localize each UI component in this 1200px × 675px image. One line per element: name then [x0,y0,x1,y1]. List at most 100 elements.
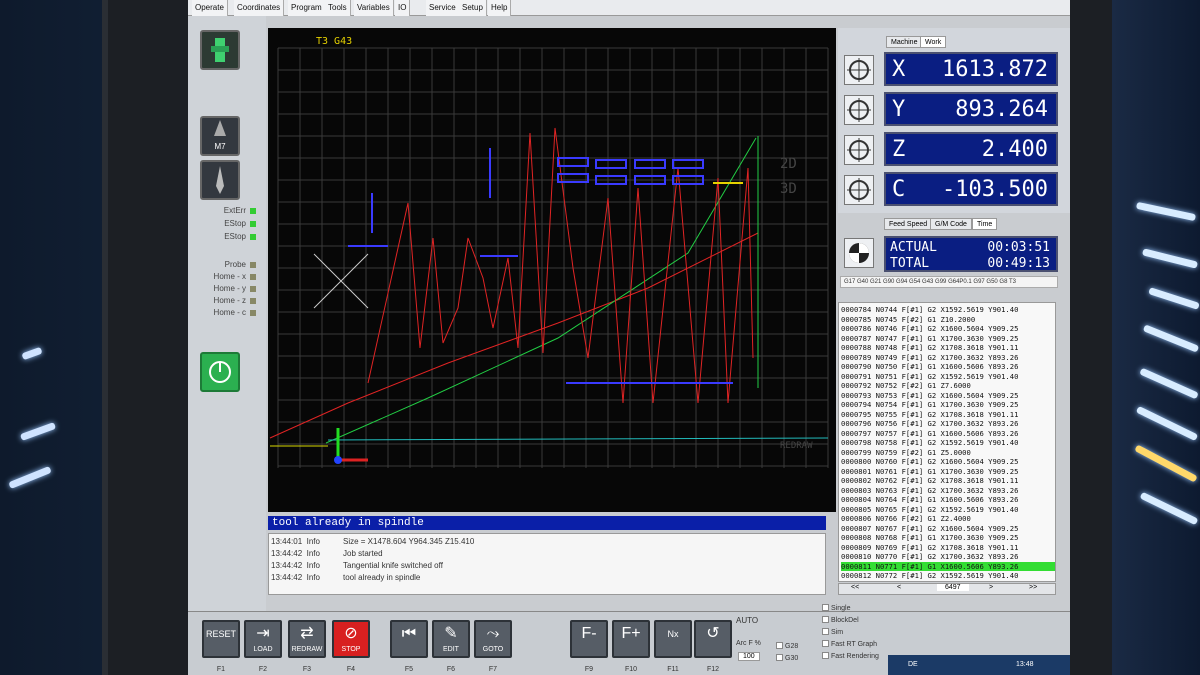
tab-feed-speed[interactable]: Feed Speed [884,218,933,230]
gcode-line[interactable]: 0000786 N0746 F[#1] G2 X1600.5604 Y909.2… [841,324,1018,333]
menu-operate[interactable]: Operate [192,0,228,16]
nav-next-button[interactable]: > [989,584,993,591]
gcode-line[interactable]: 0000794 N0754 F[#1] G1 X1700.3630 Y909.2… [841,400,1018,409]
tool-icon [216,166,224,194]
dro-y: Y 893.264 [884,92,1058,126]
nav-first-button[interactable]: << [851,584,859,591]
gcode-line[interactable]: 0000800 N0760 F[#1] G2 X1600.5604 Y909.2… [841,457,1018,466]
g28-checkbox[interactable]: G28 [776,642,798,650]
tab-work[interactable]: Work [920,36,947,48]
edit-button[interactable]: ✎ EDIT [432,620,470,658]
gcode-line[interactable]: 0000796 N0756 F[#1] G2 X1700.3632 Y893.2… [841,419,1018,428]
clock: 13:48 [1016,661,1034,668]
gcode-line[interactable]: 0000809 N0769 F[#1] G2 X1708.3618 Y901.1… [841,543,1018,552]
blockdel-checkbox[interactable]: BlockDel [822,616,859,624]
taskbar: DE 13:48 [888,655,1070,675]
single-checkbox[interactable]: Single [822,604,850,612]
led-home-y: Home - y [198,284,256,293]
m7-coolant-button[interactable]: M7 [200,116,240,156]
gcode-line[interactable]: 0000792 N0752 F[#2] G1 Z7.6000 [841,381,971,390]
gcode-line[interactable]: 0000790 N0750 F[#1] G1 X1600.5606 Y893.2… [841,362,1018,371]
gcode-line[interactable]: 0000805 N0765 F[#1] G2 X1592.5619 Y901.4… [841,505,1018,514]
menu-io[interactable]: IO [395,0,411,16]
fast-rendering-checkbox[interactable]: Fast Rendering [822,652,879,660]
power-button[interactable] [200,352,240,392]
return-button[interactable]: ↺ [694,620,732,658]
tool-change-button[interactable] [200,160,240,200]
gcode-line[interactable]: 0000802 N0762 F[#1] G2 X1708.3618 Y901.1… [841,476,1018,485]
dro-c: C -103.500 [884,172,1058,206]
next-line-icon: Nx [667,629,679,639]
gcode-line[interactable]: 0000791 N0751 F[#1] G2 X1592.5619 Y901.4… [841,372,1018,381]
spindle-icon-button[interactable] [200,30,240,70]
reset-button[interactable]: RESET [202,620,240,658]
gcode-line[interactable]: 0000807 N0767 F[#1] G2 X1600.5604 Y909.2… [841,524,1018,533]
rewind-button[interactable]: ⏮ [390,620,428,658]
crosshair-icon[interactable] [844,55,874,85]
gcode-line[interactable]: 0000808 N0768 F[#1] G1 X1700.3630 Y909.2… [841,533,1018,542]
arc-feed-input[interactable]: 100 [738,652,760,661]
language-indicator[interactable]: DE [908,661,918,668]
gcode-listing[interactable]: 0000784 N0744 F[#1] G2 X1592.5619 Y901.4… [838,302,1056,582]
tab-time[interactable]: Time [972,218,998,230]
gcode-line[interactable]: 0000803 N0763 F[#1] G2 X1700.3632 Y893.2… [841,486,1018,495]
next-line-button[interactable]: Nx [654,620,692,658]
menu-program[interactable]: Program [288,0,326,16]
tab-machine[interactable]: Machine [886,36,923,48]
crosshair-icon[interactable] [844,135,874,165]
gcode-line[interactable]: 0000801 N0761 F[#1] G1 X1700.3630 Y909.2… [841,467,1018,476]
menu-tools[interactable]: Tools [325,0,351,16]
goto-button[interactable]: ⤳ GOTO [474,620,512,658]
feed-plus-icon: F+ [621,625,641,642]
tab-gm-code[interactable]: G/M Code [930,218,972,230]
gcode-line[interactable]: 0000785 N0745 F[#2] G1 Z10.2000 [841,315,975,324]
gcode-line[interactable]: 0000799 N0759 F[#2] G1 Z5.0000 [841,448,971,457]
feed-minus-button[interactable]: F- [570,620,608,658]
gcode-line[interactable]: 0000798 N0758 F[#1] G2 X1592.5619 Y901.4… [841,438,1018,447]
gcode-line[interactable]: 0000810 N0770 F[#1] G2 X1700.3632 Y893.2… [841,552,1018,561]
g30-checkbox[interactable]: G30 [776,654,798,662]
info-tabs: Feed Speed G/M Code Time [838,218,1070,232]
fkey-label: F1 [216,666,226,673]
gcode-line[interactable]: 0000788 N0748 F[#1] G2 X1708.3618 Y901.1… [841,343,1018,352]
menu-service[interactable]: Service [426,0,460,16]
target-icon [844,238,874,268]
gcode-line[interactable]: 0000787 N0747 F[#1] G1 X1700.3630 Y909.2… [841,334,1018,343]
led-estop-2: EStop [198,232,256,241]
log-row: 13:44:42 Info Job started [271,549,383,558]
menu-help[interactable]: Help [488,0,512,16]
gcode-line[interactable]: 0000806 N0766 F[#2] G1 Z2.4000 [841,514,971,523]
gcode-line[interactable]: 0000784 N0744 F[#1] G2 X1592.5619 Y901.4… [841,305,1018,314]
gcode-line[interactable]: 0000795 N0755 F[#1] G2 X1708.3618 Y901.1… [841,410,1018,419]
crosshair-icon[interactable] [844,175,874,205]
line-number-field[interactable]: 6497 [937,584,969,591]
nav-prev-button[interactable]: < [897,584,901,591]
feed-minus-icon: F- [581,625,597,642]
nav-last-button[interactable]: >> [1029,584,1037,591]
gcode-line[interactable]: 0000811 N0771 F[#1] G1 X1600.5606 Y893.2… [841,561,1055,571]
menu-coordinates[interactable]: Coordinates [234,0,285,16]
gcode-line[interactable]: 0000812 N0772 F[#1] G2 X1592.5619 Y901.4… [841,571,1018,580]
fast-rt-graph-checkbox[interactable]: Fast RT Graph [822,640,877,648]
stop-button[interactable]: ⊘ STOP [332,620,370,658]
gcode-line[interactable]: 0000797 N0757 F[#1] G1 X1600.5606 Y893.2… [841,429,1018,438]
sim-checkbox[interactable]: Sim [822,628,843,636]
view-2d-label: 2D [780,156,797,172]
menu-variables[interactable]: Variables [354,0,394,16]
led-home-z: Home - z [198,296,256,305]
gcode-line[interactable]: 0000793 N0753 F[#1] G2 X1600.5604 Y909.2… [841,391,1018,400]
load-icon: ⇥ [256,625,270,642]
left-tool-column: M7 ExtErr EStop EStop Probe Home - x Hom… [188,16,266,611]
toolpath-viewport[interactable]: T3 G43 2D 3D REDRAW [268,28,836,512]
gcode-line[interactable]: 0000804 N0764 F[#1] G1 X1600.5606 Y893.2… [841,495,1018,504]
redraw-button[interactable]: ⇄ REDRAW [288,620,326,658]
feed-plus-button[interactable]: F+ [612,620,650,658]
gcode-line[interactable]: 0000789 N0749 F[#1] G2 X1700.3632 Y893.2… [841,353,1018,362]
stop-icon: ⊘ [344,625,358,642]
dro-row-y: Y 893.264 [838,92,1070,128]
menu-setup[interactable]: Setup [459,0,487,16]
dro-x: X 1613.872 [884,52,1058,86]
menu-bar: Operate Coordinates Program Tools Variab… [188,0,1070,16]
crosshair-icon[interactable] [844,95,874,125]
load-button[interactable]: ⇥ LOAD [244,620,282,658]
